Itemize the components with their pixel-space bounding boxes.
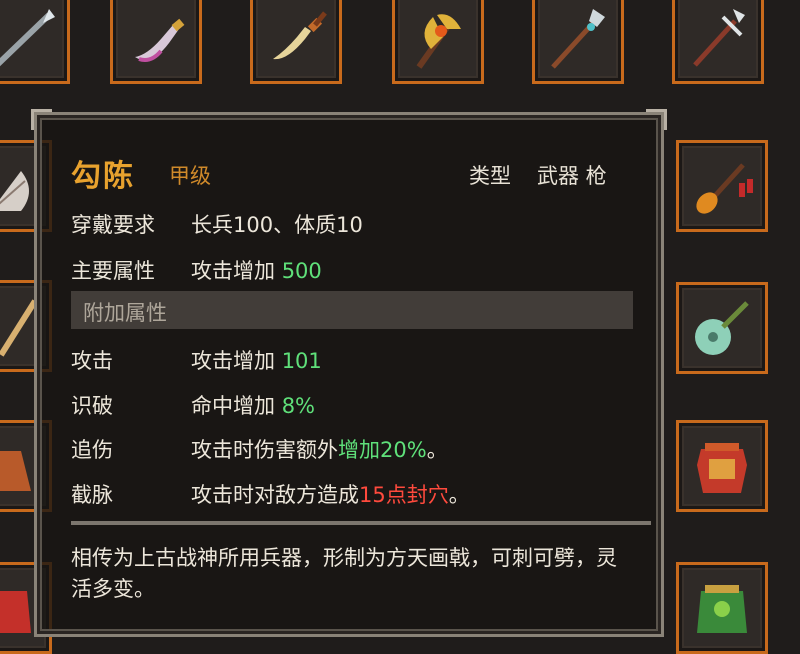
attack-number: 101 [281, 349, 322, 373]
chase-highlight: 增加20% [338, 438, 427, 462]
trident-icon [693, 9, 745, 67]
tooltip-divider [71, 521, 651, 525]
attack-value: 攻击增加 101 [191, 349, 322, 373]
sever-label: 截脉 [71, 483, 113, 507]
main-attr-label: 主要属性 [71, 259, 155, 283]
inventory-slot[interactable] [392, 0, 484, 84]
tassel-spear-icon [696, 163, 753, 214]
saber-icon [273, 11, 327, 60]
pierce-number: 8% [281, 394, 316, 418]
requirement-label: 穿戴要求 [71, 213, 155, 237]
item-type-value: 武器 枪 [537, 164, 607, 188]
battle-axe-icon [416, 14, 461, 69]
attack-label: 攻击 [71, 349, 113, 373]
inventory-slot[interactable] [532, 0, 624, 84]
chase-label: 追伤 [71, 438, 113, 462]
item-tooltip: 勾陈 甲级 类型 武器 枪 穿戴要求 长兵100、体质10 主要属性 攻击增加 … [31, 109, 667, 637]
inventory-slot[interactable] [672, 0, 764, 84]
extra-attr-section: 附加属性 [71, 291, 633, 329]
item-type-label: 类型 [469, 164, 511, 188]
curved-blade-icon [135, 18, 185, 62]
spear-icon [0, 9, 55, 67]
item-grade: 甲级 [169, 164, 211, 188]
tooltip-corner [31, 109, 52, 130]
item-description: 相传为上古战神所用兵器，形制为方天画戟，可刺可劈，灵活多变。 [71, 546, 617, 601]
green-armor-icon [697, 585, 747, 633]
section-title: 附加属性 [83, 301, 167, 325]
sever-highlight: 15点封穴 [359, 483, 449, 507]
inventory-slot[interactable] [676, 562, 768, 654]
pipa-lute-icon [695, 301, 749, 355]
item-name: 勾陈 [71, 159, 135, 194]
main-attr-number: 500 [281, 259, 322, 283]
red-armor-icon [697, 443, 747, 493]
jeweled-spear-icon [551, 9, 605, 69]
pierce-value: 命中增加 8% [191, 394, 316, 418]
main-attr-value: 攻击增加 500 [191, 259, 322, 283]
inventory-slot[interactable] [676, 282, 768, 374]
inventory-slot[interactable] [676, 420, 768, 512]
inventory-slot[interactable] [110, 0, 202, 84]
tooltip-corner [646, 109, 667, 130]
inventory-slot[interactable] [0, 0, 70, 84]
chase-value: 攻击时伤害额外增加20%。 [191, 438, 448, 462]
requirement-value: 长兵100、体质10 [191, 213, 363, 237]
inventory-slot[interactable] [250, 0, 342, 84]
inventory-slot[interactable] [676, 140, 768, 232]
sever-value: 攻击时对敌方造成15点封穴。 [191, 483, 470, 507]
pierce-label: 识破 [71, 394, 113, 418]
